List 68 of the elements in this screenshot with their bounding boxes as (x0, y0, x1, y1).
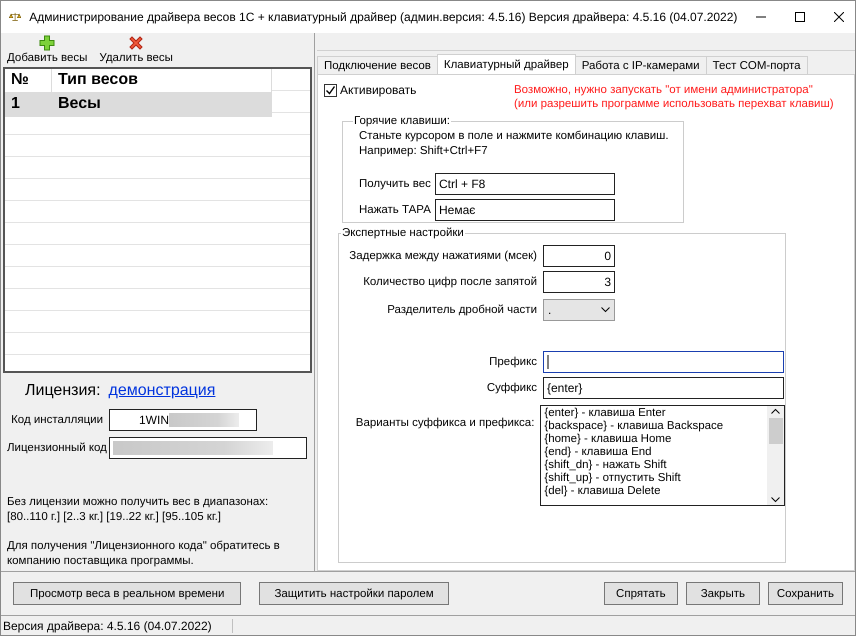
table-cell[interactable]: 1 (5, 93, 52, 117)
action-button[interactable]: Сохранить (768, 582, 843, 605)
tab[interactable]: Подключение весов (317, 56, 438, 74)
field-label: Нажать ТАРА (359, 204, 429, 216)
activate-checkbox[interactable]: Активировать (324, 81, 514, 99)
note-text: компанию поставщика программы. (7, 554, 195, 569)
window-title: Администрирование драйвера весов 1С + клавиатурный драйвер (админ.версия: 4.5.16) Версия драйвера: 4.5.16 (04.07.2022) (29, 10, 738, 24)
field-label: Задержка между нажатиями (мсек) (348, 250, 537, 262)
list-item: {end} - клавиша End (544, 446, 653, 459)
action-button[interactable]: Закрыть (686, 582, 760, 605)
tab[interactable]: Клавиатурный драйвер (436, 54, 576, 74)
hint-text: Например: Shift+Ctrl+F7 (359, 144, 489, 159)
field-label: Суффикс (486, 382, 537, 394)
status-text: Версия драйвера: 4.5.16 (04.07.2022) (1, 618, 233, 632)
chevron-up-icon (771, 408, 780, 414)
hotkey-field[interactable]: Немає (435, 199, 615, 221)
license-label: Лицензия: (25, 382, 101, 400)
chevron-down-icon (771, 497, 780, 503)
field-label: Разделитель дробной части (386, 304, 537, 316)
number-field[interactable]: 0 (543, 245, 615, 267)
field-label: Префикс (488, 356, 537, 368)
group-title: Горячие клавиши: (353, 115, 451, 127)
warning-text: (или разрешить программе использовать перехват клавиш) (514, 97, 834, 111)
warning-text: Возможно, нужно запускать "от имени администратора" (514, 83, 814, 97)
note-text: Для получения "Лицензионного кода" обратитесь в (7, 539, 281, 554)
number-field[interactable]: 3 (543, 271, 615, 293)
table-cell[interactable]: Весы (52, 93, 272, 117)
field-label: Варианты суффикса и префикса: (354, 417, 534, 429)
field-label: Получить вес (359, 178, 429, 190)
tab[interactable]: Тест COM-порта (706, 56, 808, 74)
toolbar-button[interactable]: Удалить весы (95, 35, 177, 67)
chevron-down-icon (601, 307, 610, 313)
list-item: {shift_up} - отпустить Shift (544, 472, 682, 485)
list-item: {enter} - клавиша Enter (544, 407, 667, 420)
suffix-field[interactable]: {enter} (543, 377, 784, 399)
list-item: {shift_dn} - нажать Shift (544, 459, 668, 472)
close-icon (834, 12, 844, 22)
maximize-icon (795, 12, 806, 22)
license-code-field[interactable] (109, 437, 307, 459)
text-cursor-icon (547, 355, 549, 369)
note-text: [80..110 г.] [2..3 кг.] [19..22 кг.] [95..105 кг.] (7, 510, 222, 525)
license-link[interactable]: демонстрация (108, 382, 216, 400)
scrollbar[interactable] (767, 406, 784, 505)
action-button[interactable]: Защитить настройки паролем (259, 582, 449, 605)
hotkey-field[interactable]: Ctrl + F8 (435, 173, 615, 195)
action-button[interactable]: Просмотр веса в реальном времени (13, 582, 242, 605)
action-button[interactable]: Спрятать (604, 582, 678, 605)
redacted-block (169, 413, 239, 427)
cross-icon (128, 35, 144, 51)
install-code-field[interactable]: 1WIN (109, 409, 257, 431)
tab[interactable]: Работа с IP-камерами (574, 56, 707, 74)
checkbox[interactable] (324, 84, 337, 96)
list-item: {del} - клавиша Delete (544, 485, 662, 498)
toolbar-button[interactable]: Добавить весы (3, 35, 92, 67)
variants-list[interactable]: {enter} - клавиша Enter {backspace} - клавиша Backspace {home} - клавиша Home {end} - клавиша End {shift_dn} - нажать Shift {shift_up} - отпустить Shift {del} - клавиша Delete (540, 405, 785, 506)
scrollbar-thumb[interactable] (768, 418, 782, 444)
field-label: Код инсталляции (10, 414, 103, 426)
list-item: {backspace} - клавиша Backspace (544, 420, 724, 433)
field-label: Количество цифр после запятой (362, 276, 537, 288)
list-item: {home} - клавиша Home (544, 433, 672, 446)
column-header: № (5, 69, 52, 93)
note-text: Без лицензии можно получить вес в диапазонах: (7, 495, 270, 510)
prefix-field[interactable] (543, 351, 784, 373)
group-title: Экспертные настройки (341, 227, 465, 239)
dropdown[interactable]: . (543, 299, 615, 321)
column-header: Тип весов (52, 69, 272, 93)
plus-icon (39, 35, 56, 51)
hint-text: Станьте курсором в поле и нажмите комбинацию клавиш. (359, 129, 670, 144)
